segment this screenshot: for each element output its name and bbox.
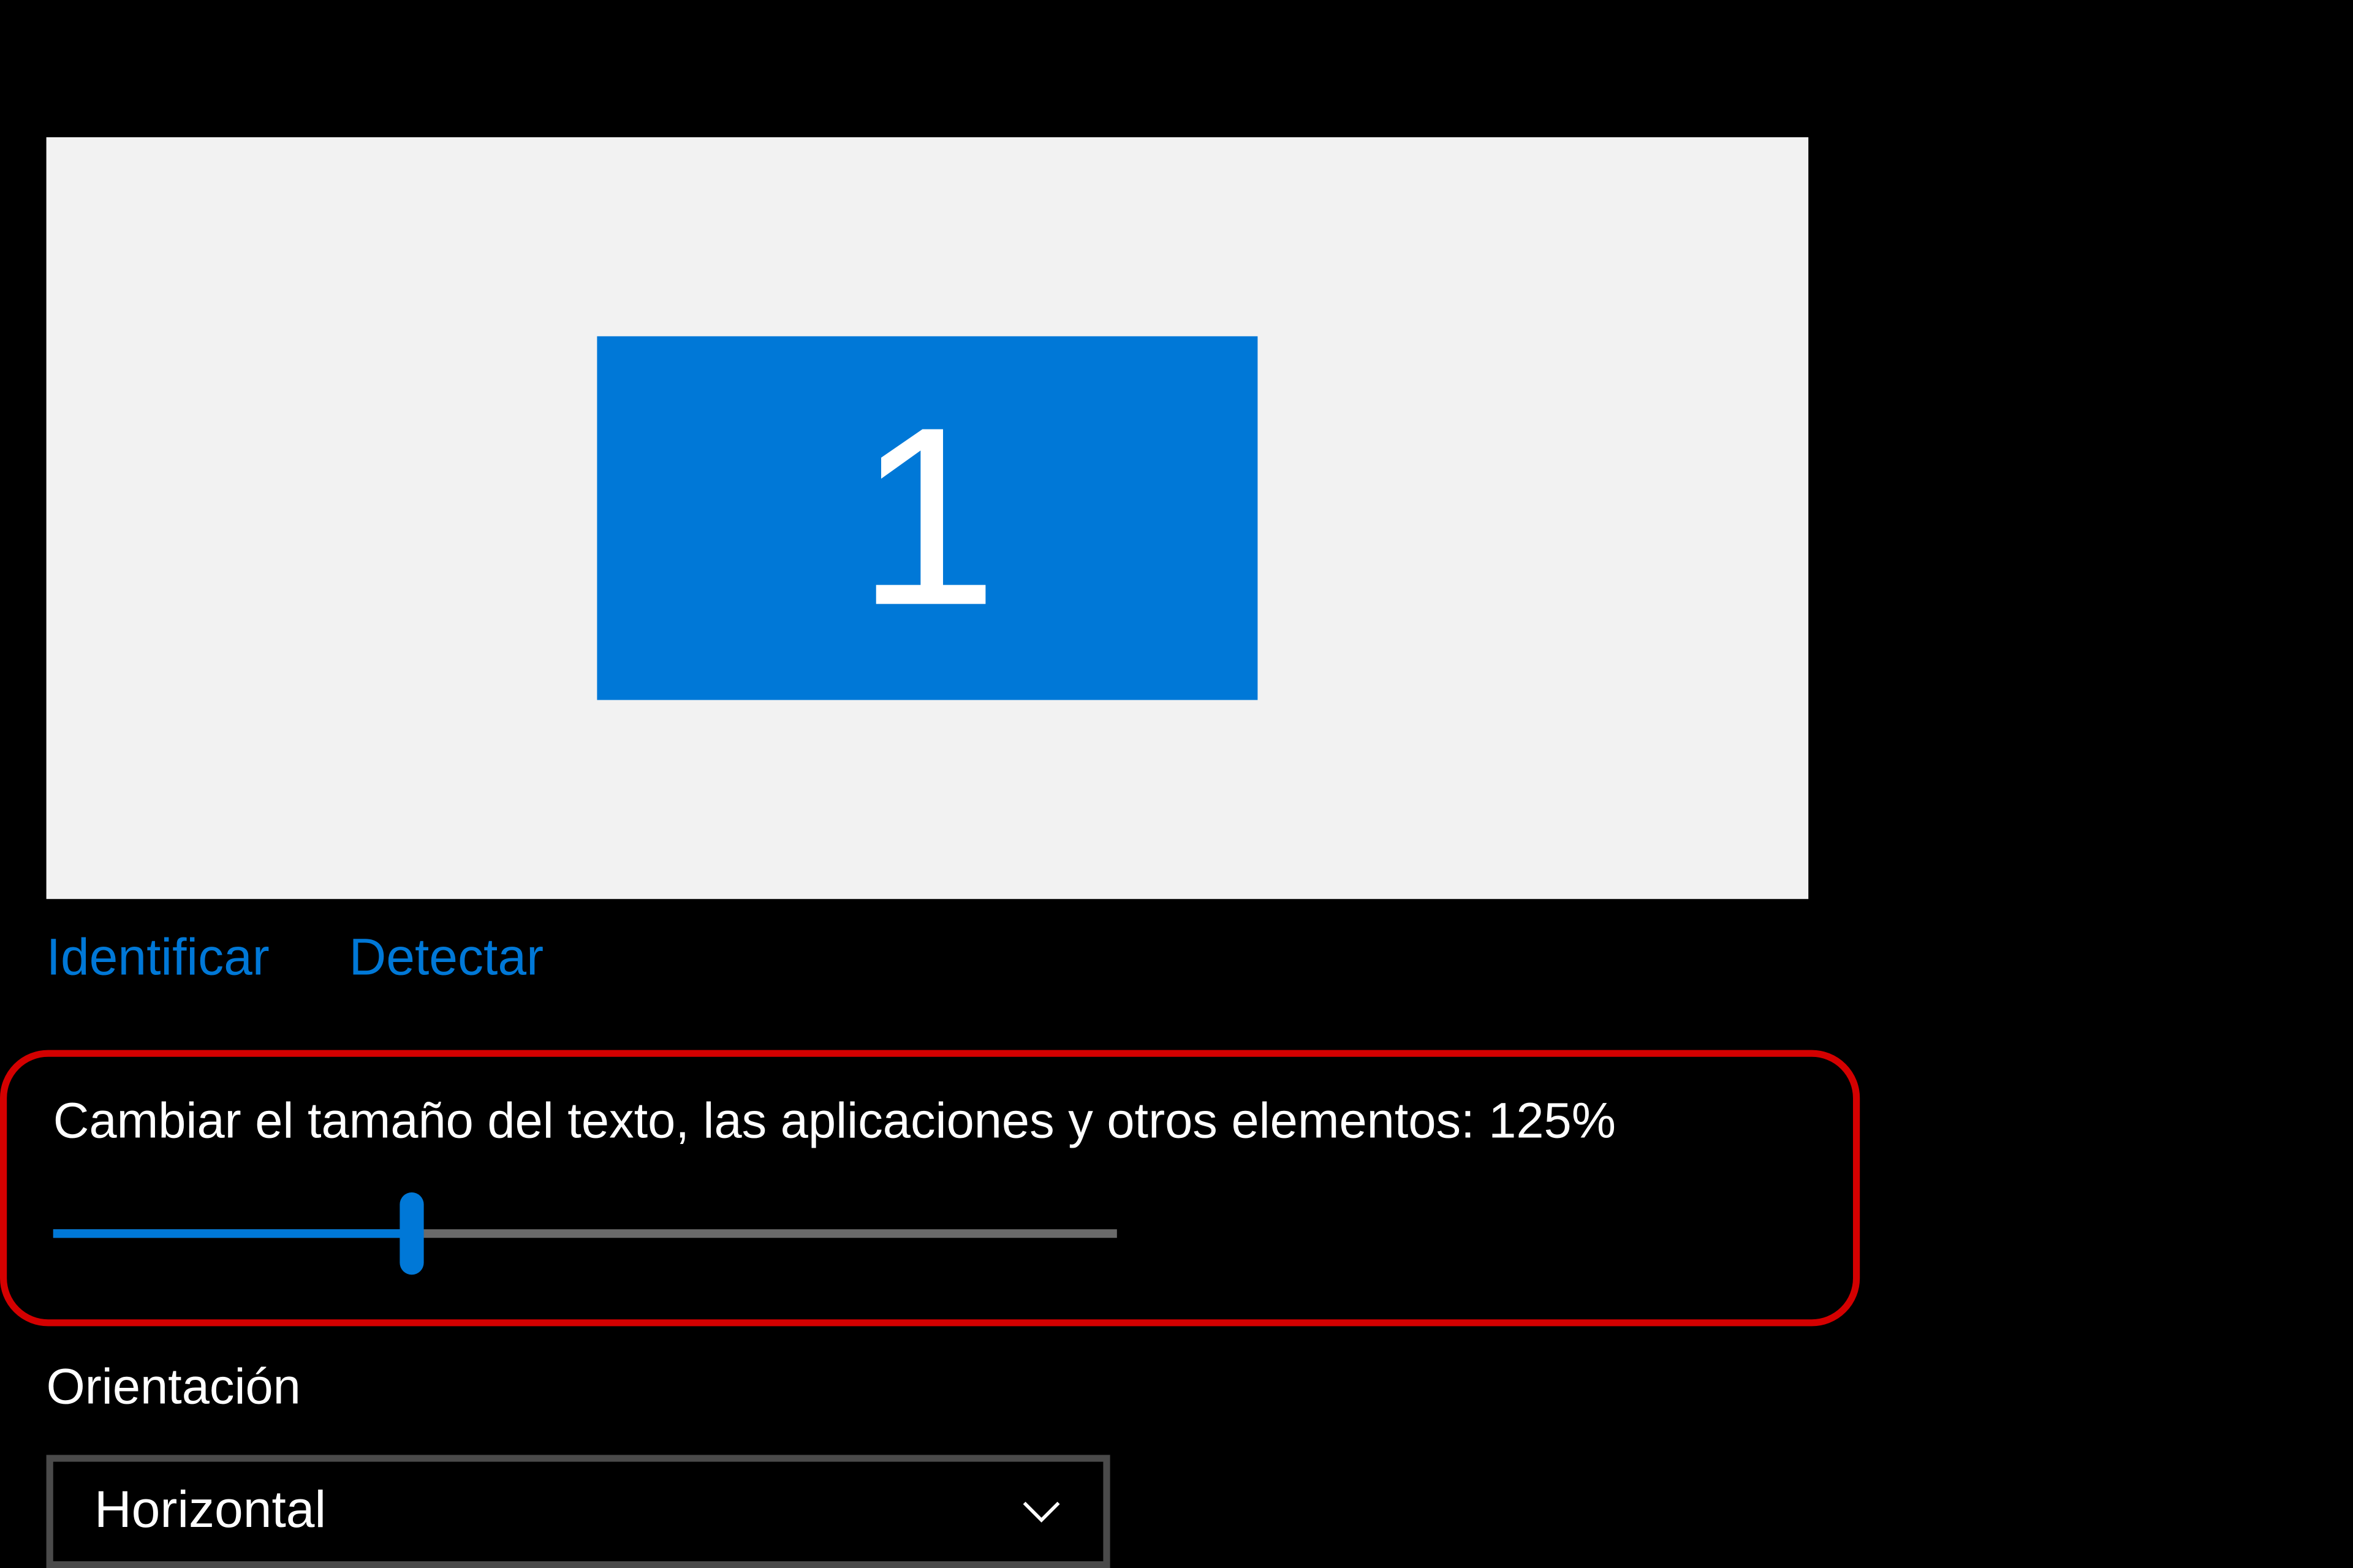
identify-link[interactable]: Identificar [47, 930, 270, 987]
scale-label: Cambiar el tamaño del texto, las aplicac… [53, 1094, 1807, 1151]
monitor-number-label: 1 [857, 373, 998, 664]
detect-link[interactable]: Detectar [349, 930, 544, 987]
slider-fill [53, 1229, 410, 1238]
display-action-links: Identificar Detectar [47, 930, 1860, 988]
monitor-tile-1[interactable]: 1 [597, 336, 1257, 700]
display-settings-panel: 1 Identificar Detectar Cambiar el tamaño… [0, 0, 1860, 1568]
orientation-selected-value: Horizontal [94, 1482, 326, 1540]
scale-setting-highlight: Cambiar el tamaño del texto, las aplicac… [0, 1050, 1860, 1327]
slider-thumb[interactable] [400, 1192, 423, 1274]
display-preview-area: 1 [47, 137, 1809, 899]
chevron-down-icon [1021, 1491, 1062, 1532]
scale-slider[interactable] [53, 1192, 1117, 1274]
orientation-dropdown[interactable]: Horizontal [47, 1455, 1110, 1568]
orientation-label: Orientación [47, 1360, 1860, 1417]
